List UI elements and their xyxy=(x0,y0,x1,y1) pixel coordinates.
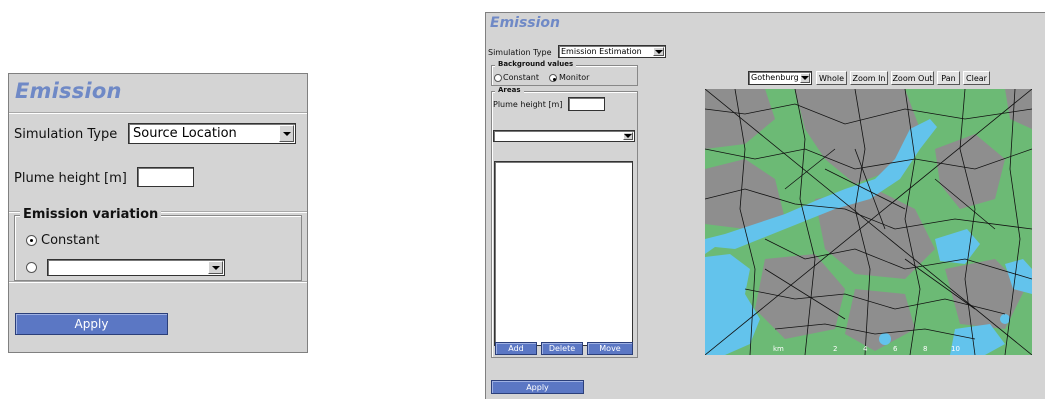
scale-label-10: 10 xyxy=(951,345,960,353)
simulation-type-value: Emission Estimation xyxy=(561,47,642,56)
delete-button[interactable]: Delete xyxy=(541,342,583,355)
map-canvas[interactable]: km 2 4 6 8 10 xyxy=(705,89,1032,355)
chevron-down-icon[interactable] xyxy=(208,261,223,274)
apply-button[interactable]: Apply xyxy=(491,380,584,394)
scale-label-8: 8 xyxy=(923,345,927,353)
scale-label-4: 4 xyxy=(863,345,868,353)
gothenburg-map: km 2 4 6 8 10 xyxy=(705,89,1032,355)
plume-height-input[interactable] xyxy=(568,97,605,111)
variation-select[interactable] xyxy=(47,259,225,276)
constant-label: Constant xyxy=(41,233,100,248)
panel-title: Emission xyxy=(490,15,560,31)
emission-variation-group: Emission variation Constant xyxy=(14,207,302,281)
chevron-down-icon[interactable] xyxy=(623,132,633,140)
add-button[interactable]: Add xyxy=(495,342,537,355)
plume-height-input[interactable] xyxy=(137,167,194,187)
background-constant-radio[interactable] xyxy=(494,74,502,82)
zoom-out-button[interactable]: Zoom Out xyxy=(891,71,934,85)
emission-variation-legend: Emission variation xyxy=(20,207,162,222)
plume-height-label: Plume height [m] xyxy=(14,171,127,186)
chevron-down-icon[interactable] xyxy=(800,73,810,83)
move-button[interactable]: Move xyxy=(587,342,633,355)
region-select[interactable]: Gothenburg xyxy=(748,71,812,85)
scale-label-6: 6 xyxy=(893,345,898,353)
background-values-legend: Background values xyxy=(495,60,577,68)
constant-radio[interactable] xyxy=(26,235,37,246)
background-values-group: Background values Constant Monitor xyxy=(491,60,638,86)
areas-group: Areas Plume height [m] xyxy=(491,86,638,358)
areas-select[interactable] xyxy=(493,130,635,142)
variation-radio[interactable] xyxy=(26,262,37,273)
areas-legend: Areas xyxy=(495,86,524,94)
chevron-down-icon[interactable] xyxy=(279,125,294,142)
emission-panel-simple: Emission Simulation Type Source Location… xyxy=(8,73,308,353)
clear-button[interactable]: Clear xyxy=(963,71,990,85)
apply-button[interactable]: Apply xyxy=(15,313,168,335)
simulation-type-value: Source Location xyxy=(133,126,237,141)
scale-label-2: 2 xyxy=(833,345,837,353)
plume-height-label: Plume height [m] xyxy=(493,100,563,109)
areas-list[interactable] xyxy=(494,161,633,346)
divider xyxy=(9,112,307,114)
monitor-radio[interactable] xyxy=(549,74,557,82)
panel-title: Emission xyxy=(15,79,122,103)
whole-button[interactable]: Whole xyxy=(816,71,847,85)
simulation-type-select[interactable]: Source Location xyxy=(128,123,296,144)
divider xyxy=(9,281,307,283)
region-value: Gothenburg xyxy=(751,73,799,82)
zoom-in-button[interactable]: Zoom In xyxy=(850,71,888,85)
simulation-type-select[interactable]: Emission Estimation xyxy=(558,45,666,58)
simulation-type-label: Simulation Type xyxy=(488,48,552,57)
simulation-type-label: Simulation Type xyxy=(14,127,118,142)
monitor-label: Monitor xyxy=(559,73,590,82)
background-constant-label: Constant xyxy=(503,73,539,82)
scale-unit: km xyxy=(773,345,784,353)
chevron-down-icon[interactable] xyxy=(653,47,664,56)
emission-panel-map: Emission Simulation Type Emission Estima… xyxy=(485,12,1045,399)
pan-button[interactable]: Pan xyxy=(937,71,960,85)
